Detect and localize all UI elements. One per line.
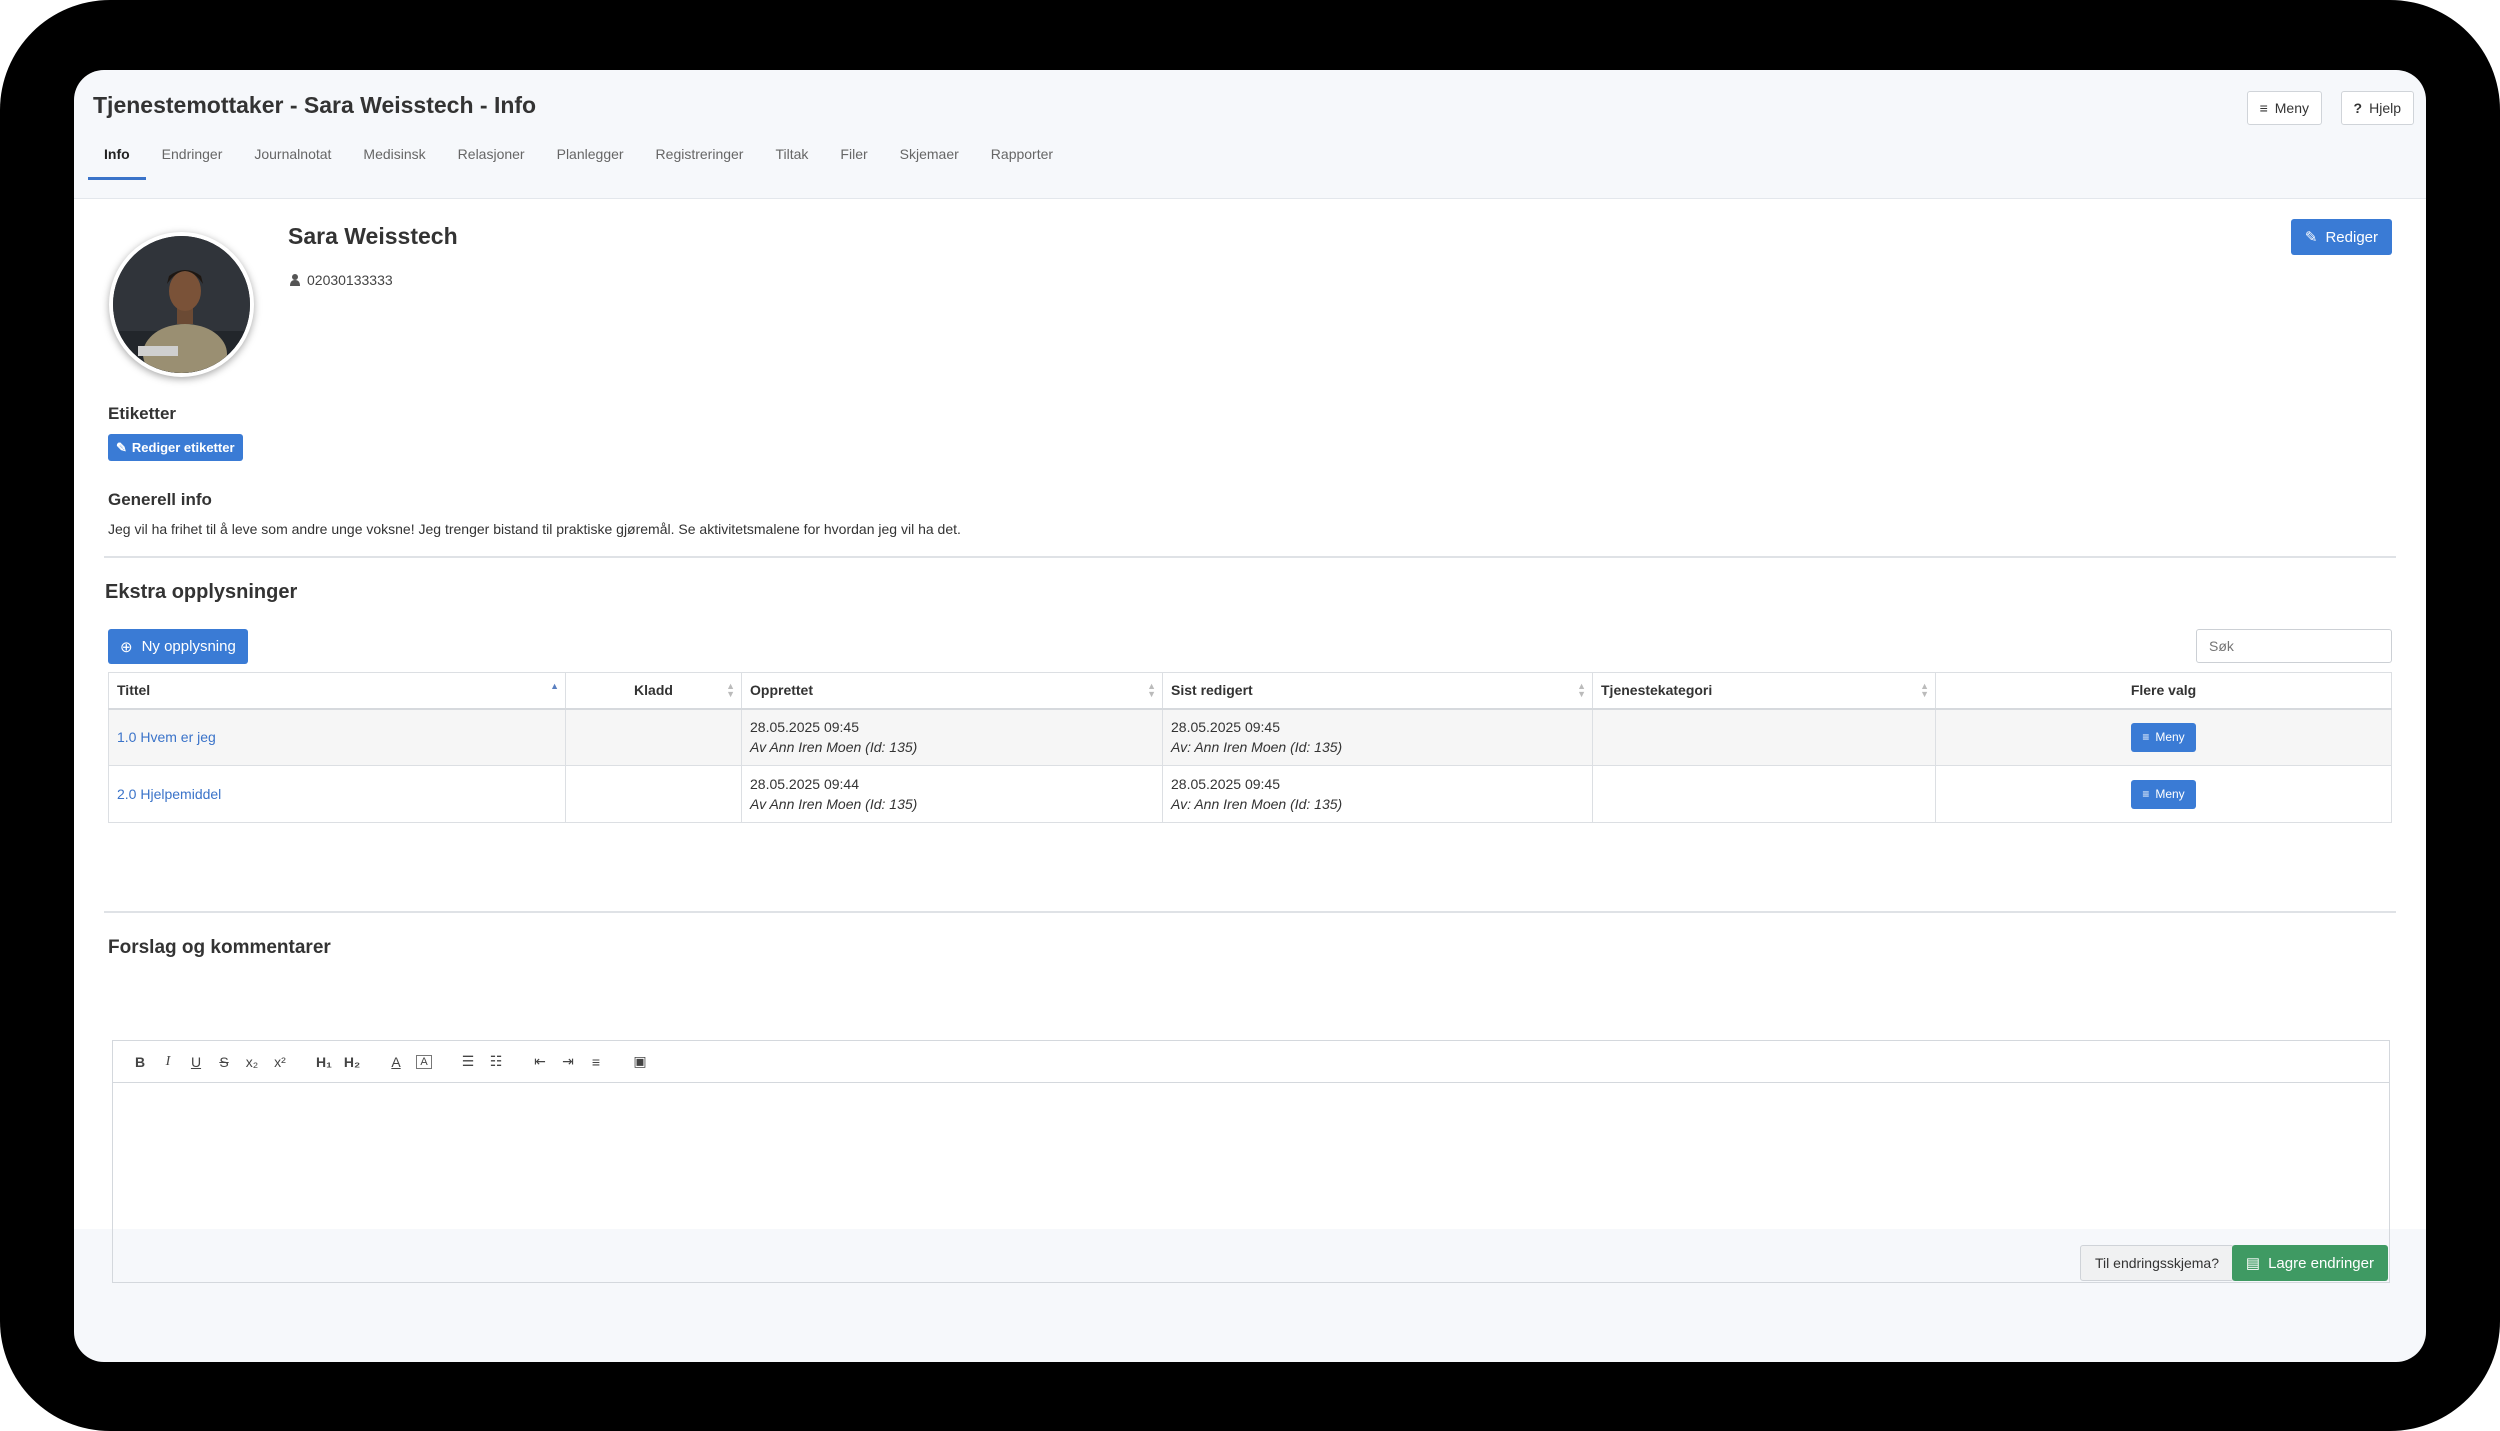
divider	[104, 911, 2396, 913]
tab-planlegger[interactable]: Planlegger	[541, 138, 640, 180]
question-icon: ?	[2353, 100, 2363, 116]
outdent-icon[interactable]: ⇤	[526, 1053, 554, 1070]
avatar	[109, 232, 254, 377]
tab-skjemaer[interactable]: Skjemaer	[884, 138, 975, 180]
col-opprettet[interactable]: Opprettet ▲ ▼	[741, 672, 1163, 710]
edit-profile-button[interactable]: ✎ Rediger	[2290, 219, 2392, 255]
superscript-button[interactable]: x²	[266, 1054, 294, 1070]
col-kladd[interactable]: Kladd ▲ ▼	[565, 672, 742, 710]
app-window: Tjenestemottaker - Sara Weisstech - Info…	[74, 70, 2426, 1362]
tab-journalnotat[interactable]: Journalnotat	[238, 138, 347, 180]
page-title: Tjenestemottaker - Sara Weisstech - Info	[93, 92, 537, 118]
extra-info-heading: Ekstra opplysninger	[105, 581, 298, 603]
client-id: 02030133333	[290, 272, 393, 288]
plus-circle-icon: ⊕	[120, 638, 133, 656]
tab-info[interactable]: Info	[88, 138, 146, 180]
new-entry-button[interactable]: ⊕ Ny opplysning	[108, 629, 248, 664]
extra-info-table: Tittel ▲ Kladd ▲ ▼ Opprettet ▲ ▼ Sist rediger…	[108, 672, 2392, 823]
tab-relasjoner[interactable]: Relasjoner	[442, 138, 541, 180]
rich-text-editor: B I U S x₂ x² H₁ H₂ A A ☰ ☷ ⇤ ⇥ ≡ ▣	[112, 1040, 2390, 1283]
strikethrough-button[interactable]: S	[210, 1054, 238, 1070]
save-button[interactable]: ▤ Lagre endringer	[2231, 1245, 2388, 1281]
highlight-color-icon[interactable]: A	[416, 1054, 432, 1069]
underline-button[interactable]: U	[182, 1054, 210, 1070]
row-menu-button[interactable]: ≡ Meny	[2131, 779, 2196, 809]
subscript-button[interactable]: x₂	[238, 1054, 266, 1070]
col-sist-redigert[interactable]: Sist redigert ▲ ▼	[1162, 672, 1593, 710]
labels-heading: Etiketter	[108, 404, 177, 423]
ordered-list-icon[interactable]: ☰	[454, 1053, 482, 1070]
floppy-icon: ▤	[2245, 1255, 2261, 1272]
general-info-heading: Generell info	[108, 490, 212, 509]
heading2-button[interactable]: H₂	[338, 1054, 366, 1070]
bold-button[interactable]: B	[126, 1054, 154, 1070]
category-cell	[1592, 765, 1936, 823]
hamburger-icon: ≡	[2142, 730, 2150, 745]
bullet-list-icon[interactable]: ☷	[482, 1053, 510, 1070]
draft-cell	[565, 765, 742, 823]
to-change-form-button[interactable]: Til endringsskjema?	[2080, 1245, 2234, 1281]
person-photo	[113, 236, 250, 373]
help-button[interactable]: ? Hjelp	[2340, 91, 2414, 125]
tab-endringer[interactable]: Endringer	[146, 138, 239, 180]
table-row: 1.0 Hvem er jeg 28.05.2025 09:45 Av Ann I…	[108, 708, 2392, 766]
indent-icon[interactable]: ⇥	[554, 1053, 582, 1070]
row-menu-button[interactable]: ≡ Meny	[2131, 722, 2196, 752]
created-cell: 28.05.2025 09:45 Av Ann Iren Moen (Id: 13…	[741, 708, 1163, 766]
image-icon[interactable]: ▣	[626, 1053, 654, 1070]
font-color-icon[interactable]: A	[382, 1054, 410, 1070]
entry-link[interactable]: 1.0 Hvem er jeg	[117, 729, 216, 745]
menu-button[interactable]: ≡ Meny	[2246, 91, 2322, 125]
category-cell	[1592, 708, 1936, 766]
hamburger-icon: ≡	[2259, 100, 2268, 116]
entry-link[interactable]: 2.0 Hjelpemiddel	[117, 786, 221, 802]
divider	[104, 556, 2396, 558]
editor-textarea[interactable]	[113, 1083, 2389, 1282]
tab-bar: Info Endringer Journalnotat Medisinsk Re…	[88, 138, 1069, 180]
created-cell: 28.05.2025 09:44 Av Ann Iren Moen (Id: 13…	[741, 765, 1163, 823]
edit-icon: ✎	[2304, 229, 2318, 246]
tab-filer[interactable]: Filer	[824, 138, 883, 180]
align-icon[interactable]: ≡	[582, 1054, 610, 1070]
col-tittel[interactable]: Tittel ▲	[108, 672, 566, 710]
edited-cell: 28.05.2025 09:45 Av: Ann Iren Moen (Id: 1…	[1162, 765, 1593, 823]
italic-button[interactable]: I	[154, 1054, 182, 1070]
info-panel: Sara Weisstech 02030133333 ✎ Rediger Eti…	[74, 199, 2426, 1283]
pencil-icon: ✎	[116, 439, 127, 455]
general-info-text: Jeg vil ha frihet til å leve som andre u…	[108, 521, 961, 537]
device-bezel: Tjenestemottaker - Sara Weisstech - Info…	[0, 0, 2500, 1431]
table-row: 2.0 Hjelpemiddel 28.05.2025 09:44 Av Ann …	[108, 765, 2392, 823]
col-tjenestekategori[interactable]: Tjenestekategori ▲ ▼	[1592, 672, 1936, 710]
tab-rapporter[interactable]: Rapporter	[975, 138, 1069, 180]
col-flere-valg: Flere valg	[1935, 672, 2392, 710]
client-name: Sara Weisstech	[288, 223, 458, 249]
tab-medisinsk[interactable]: Medisinsk	[347, 138, 441, 180]
draft-cell	[565, 708, 742, 766]
comments-heading: Forslag og kommentarer	[108, 937, 331, 958]
user-icon	[290, 274, 300, 286]
tab-registreringer[interactable]: Registreringer	[640, 138, 760, 180]
edit-labels-button[interactable]: ✎ Rediger etiketter	[108, 434, 243, 461]
hamburger-icon: ≡	[2142, 787, 2150, 801]
tab-tiltak[interactable]: Tiltak	[759, 138, 824, 180]
edited-cell: 28.05.2025 09:45 Av: Ann Iren Moen (Id: 1…	[1162, 708, 1593, 766]
editor-toolbar: B I U S x₂ x² H₁ H₂ A A ☰ ☷ ⇤ ⇥ ≡ ▣	[113, 1041, 2389, 1083]
heading1-button[interactable]: H₁	[310, 1054, 338, 1070]
search-input[interactable]	[2196, 629, 2392, 663]
